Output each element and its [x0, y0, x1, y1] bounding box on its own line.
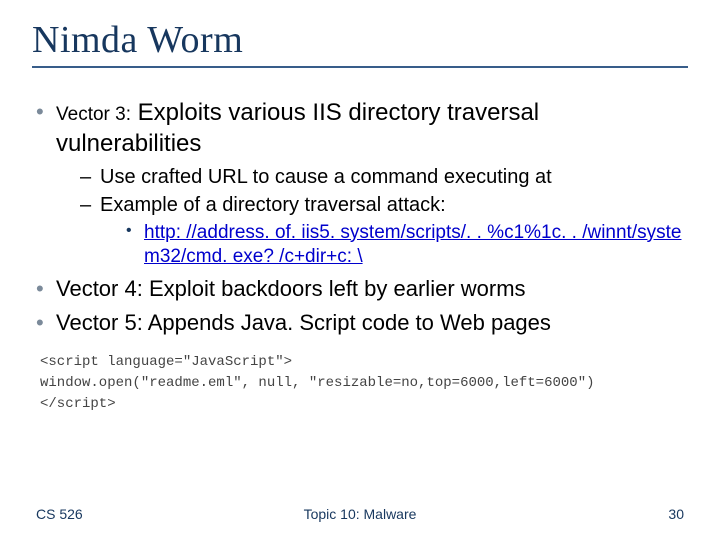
slide-footer: CS 526 Topic 10: Malware 30 — [0, 506, 720, 522]
vector-3-lead: Vector 3: — [56, 104, 131, 125]
sub-example-attack: Example of a directory traversal attack:… — [80, 193, 688, 269]
bullet-vector-5: Vector 5: Appends Java. Script code to W… — [32, 309, 688, 337]
title-underline — [32, 66, 688, 68]
vector-3-sublist: Use crafted URL to cause a command execu… — [56, 165, 688, 269]
bullet-vector-3: Vector 3: Exploits various IIS directory… — [32, 98, 688, 269]
bullet-list: Vector 3: Exploits various IIS directory… — [32, 98, 688, 338]
slide-title: Nimda Worm — [32, 18, 688, 62]
footer-topic: Topic 10: Malware — [304, 506, 417, 522]
slide: Nimda Worm Vector 3: Exploits various II… — [0, 0, 720, 540]
sub-use-crafted-url: Use crafted URL to cause a command execu… — [80, 165, 688, 191]
footer-page-number: 30 — [668, 506, 684, 522]
example-url-list: http: //address. of. iis5. system/script… — [100, 221, 688, 270]
example-url-item: http: //address. of. iis5. system/script… — [126, 221, 688, 270]
bullet-vector-4: Vector 4: Exploit backdoors left by earl… — [32, 275, 688, 303]
example-url-link[interactable]: http: //address. of. iis5. system/script… — [144, 222, 681, 267]
sub-example-label: Example of a directory traversal attack: — [100, 194, 446, 216]
javascript-code-snippet: <script language="JavaScript"> window.op… — [40, 352, 688, 415]
footer-course: CS 526 — [36, 506, 83, 522]
